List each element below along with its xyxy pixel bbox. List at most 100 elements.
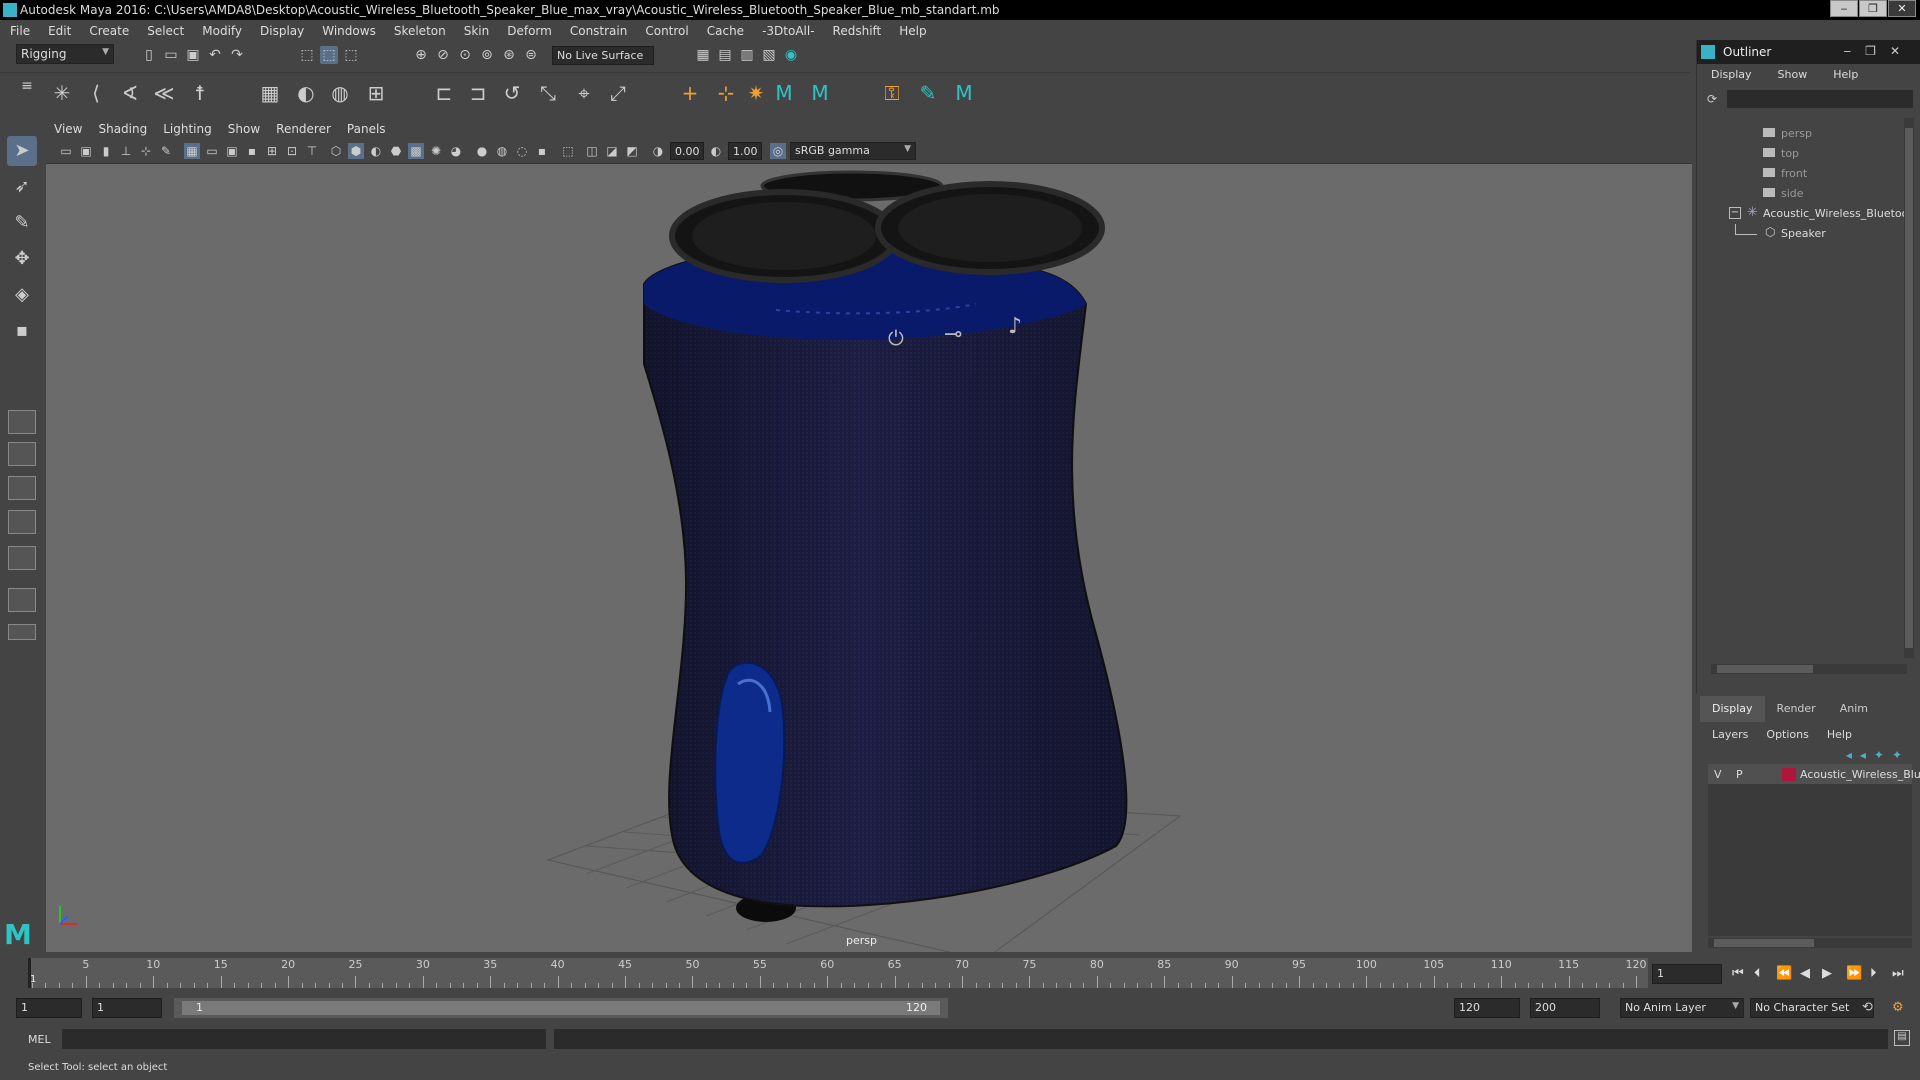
bookmark-icon[interactable]: ▮ [98,143,114,159]
menu-cache[interactable]: Cache [707,24,744,38]
orient-constraint-icon[interactable]: ↺ [498,79,526,107]
command-input[interactable] [62,1029,546,1049]
tab-anim[interactable]: Anim [1828,696,1880,722]
xray-icon[interactable]: ◫ [584,143,600,159]
resolution-gate-icon[interactable]: ▣ [224,143,240,159]
star-locator-icon[interactable]: ✷ [742,79,770,107]
step-back-icon[interactable]: ⏴ [1754,966,1761,981]
humanik-icon[interactable]: ☨ [186,79,214,107]
gate-mask-icon[interactable]: ▪ [244,143,260,159]
panel-menu-lighting[interactable]: Lighting [163,122,212,136]
panel-menu-panels[interactable]: Panels [347,122,386,136]
use-all-lights-icon[interactable]: ✺ [428,143,444,159]
layer-visibility-toggle[interactable]: V [1714,768,1722,781]
step-back-key-icon[interactable]: ⏪ [1776,966,1792,981]
exposure-field[interactable]: 0.00 [670,142,704,160]
menuset-dropdown[interactable]: Rigging ▼ [16,44,114,64]
four-view-layout-icon[interactable] [8,442,36,466]
menu-select[interactable]: Select [147,24,184,38]
safe-title-icon[interactable]: ⊤ [304,143,320,159]
key-character-icon[interactable]: ⟲ [1862,1000,1873,1015]
gamma-field[interactable]: 1.00 [728,142,762,160]
persp-outliner-layout-icon[interactable] [8,476,36,500]
default-material-icon[interactable]: ◐ [368,143,384,159]
scale-constraint-icon[interactable]: ⤡ [534,79,562,107]
move-tool-icon[interactable]: ✥ [7,244,37,274]
lattice-icon[interactable]: ◍ [326,79,354,107]
layer-color-swatch[interactable] [1782,768,1796,781]
menu-help[interactable]: Help [899,24,926,38]
outliner-window-controls[interactable]: ‒❐✕ [1844,44,1914,58]
go-to-end-icon[interactable]: ⏭ [1892,966,1904,981]
outliner-item-top[interactable]: top [1707,144,1907,164]
outliner-vertical-scrollbar[interactable] [1904,118,1914,658]
redo-icon[interactable]: ↷ [228,46,246,64]
outliner-menu-display[interactable]: Display [1711,68,1752,88]
menu-3dtoall[interactable]: -3DtoAll- [762,24,814,38]
layer-row[interactable]: V P Acoustic_Wireless_Blu [1708,764,1920,784]
menu-control[interactable]: Control [645,24,688,38]
panel-menu-show[interactable]: Show [228,122,260,136]
tab-render[interactable]: Render [1765,696,1828,722]
paint-select-icon[interactable]: ✎ [7,208,37,238]
snap-grid-icon[interactable]: ⊕ [412,46,430,64]
select-hierarchy-icon[interactable]: ⬚ [298,46,316,64]
xray-components-icon[interactable]: ◩ [624,143,640,159]
isolate-select-icon[interactable]: ⬚ [560,143,576,159]
layout-more-icon[interactable] [8,624,36,640]
make-live-icon[interactable]: ⊜ [522,46,540,64]
menu-windows[interactable]: Windows [322,24,376,38]
layer-menu-options[interactable]: Options [1766,728,1808,741]
start-frame-field[interactable]: 1 [16,998,82,1018]
screen-space-ao-icon[interactable]: ● [474,143,490,159]
snap-surface-icon[interactable]: ⊛ [500,46,518,64]
locator-icon[interactable]: + [676,79,704,107]
menu-edit[interactable]: Edit [48,24,71,38]
wireframe-icon[interactable]: ⬡ [328,143,344,159]
current-frame-field[interactable]: 1 [1652,964,1722,984]
menu-display[interactable]: Display [260,24,304,38]
outliner-horizontal-scrollbar[interactable] [1711,664,1907,674]
menu-file[interactable]: File [10,24,30,38]
outliner-item-persp[interactable]: persp [1707,124,1907,144]
step-forward-icon[interactable]: ⏵ [1870,966,1877,981]
shadows-icon[interactable]: ◕ [448,143,464,159]
save-scene-icon[interactable]: ▣ [184,46,202,64]
outliner-search-input[interactable] [1727,90,1913,108]
minimize-button[interactable]: ‒ [1830,0,1858,17]
open-scene-icon[interactable]: ▭ [162,46,180,64]
play-forward-icon[interactable]: ▶ [1822,966,1832,981]
exposure-icon[interactable]: ◑ [650,143,666,159]
anim-layer-dropdown[interactable]: No Anim Layer ▼ [1620,998,1744,1018]
scale-tool-icon[interactable]: ▪ [7,316,37,346]
panel-menu-view[interactable]: View [54,122,82,136]
set-key-icon[interactable]: ⚿ [878,79,906,107]
collapse-icon[interactable]: − [1729,207,1741,219]
anim-end-field[interactable]: 120 [1454,998,1520,1018]
aim-constraint-icon[interactable]: ⊐ [464,79,492,107]
outliner-item-acoustic-group[interactable]: − ✳ Acoustic_Wireless_Bluetoo [1707,204,1908,224]
outliner-menu-help[interactable]: Help [1833,68,1858,88]
rotate-tool-icon[interactable]: ◈ [7,280,37,310]
joint-tool-icon[interactable]: ✳ [48,79,76,107]
mirror-joint-icon[interactable]: ≪ [150,79,178,107]
range-bar[interactable]: 1 120 [174,998,948,1018]
go-to-start-icon[interactable]: ⏮ [1732,966,1744,981]
panel-menu-renderer[interactable]: Renderer [276,122,331,136]
tab-display[interactable]: Display [1700,696,1765,722]
paint-tool-icon[interactable]: ✎ [914,79,942,107]
close-button[interactable]: ✕ [1888,0,1916,17]
wireframe-on-shaded-icon[interactable]: ⬣ [388,143,404,159]
image-plane-icon[interactable]: ⊥ [118,143,134,159]
safe-action-icon[interactable]: ⊡ [284,143,300,159]
camera-attributes-icon[interactable]: ▣ [78,143,94,159]
color-space-dropdown[interactable]: sRGB gamma ▼ [790,142,916,160]
menu-modify[interactable]: Modify [202,24,242,38]
locator-joint-icon[interactable]: ⊹ [712,79,740,107]
outliner-item-front[interactable]: front [1707,164,1907,184]
cluster-icon[interactable]: ⊞ [362,79,390,107]
maximize-button[interactable]: ❐ [1859,0,1887,17]
pole-vector-icon[interactable]: ⤢ [604,79,632,107]
camera-select-icon[interactable]: ▭ [58,143,74,159]
gamma-icon[interactable]: ◐ [708,143,724,159]
